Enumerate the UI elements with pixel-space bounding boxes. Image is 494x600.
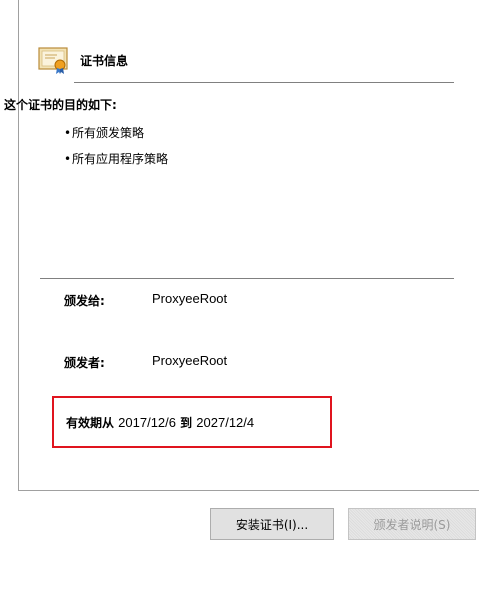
- issued-to-label: 颁发给:: [64, 294, 105, 308]
- header-divider: [74, 82, 454, 83]
- purpose-item: •所有颁发策略: [64, 126, 145, 140]
- issued-to-value: ProxyeeRoot: [152, 291, 228, 306]
- validity-to-value: 2027/12/4: [196, 415, 255, 430]
- issued-by-label: 颁发者:: [64, 356, 105, 370]
- validity-from-label: 有效期从: [66, 416, 115, 430]
- certificate-icon: [38, 47, 68, 74]
- panel-edge: [18, 0, 19, 14]
- section-divider: [40, 278, 454, 279]
- validity-to-label: 到: [180, 416, 193, 430]
- purpose-item: •所有应用程序策略: [64, 152, 169, 166]
- header-title: 证书信息: [80, 54, 129, 68]
- issuer-statement-button[interactable]: 颁发者说明(S): [348, 508, 476, 540]
- validity-from-value: 2017/12/6: [118, 415, 176, 430]
- issued-by-value: ProxyeeRoot: [152, 353, 228, 368]
- validity-period: 有效期从 2017/12/6 到 2027/12/4: [66, 414, 254, 431]
- purposes-heading: 这个证书的目的如下:: [4, 98, 117, 112]
- install-certificate-button[interactable]: 安装证书(I)...: [210, 508, 334, 540]
